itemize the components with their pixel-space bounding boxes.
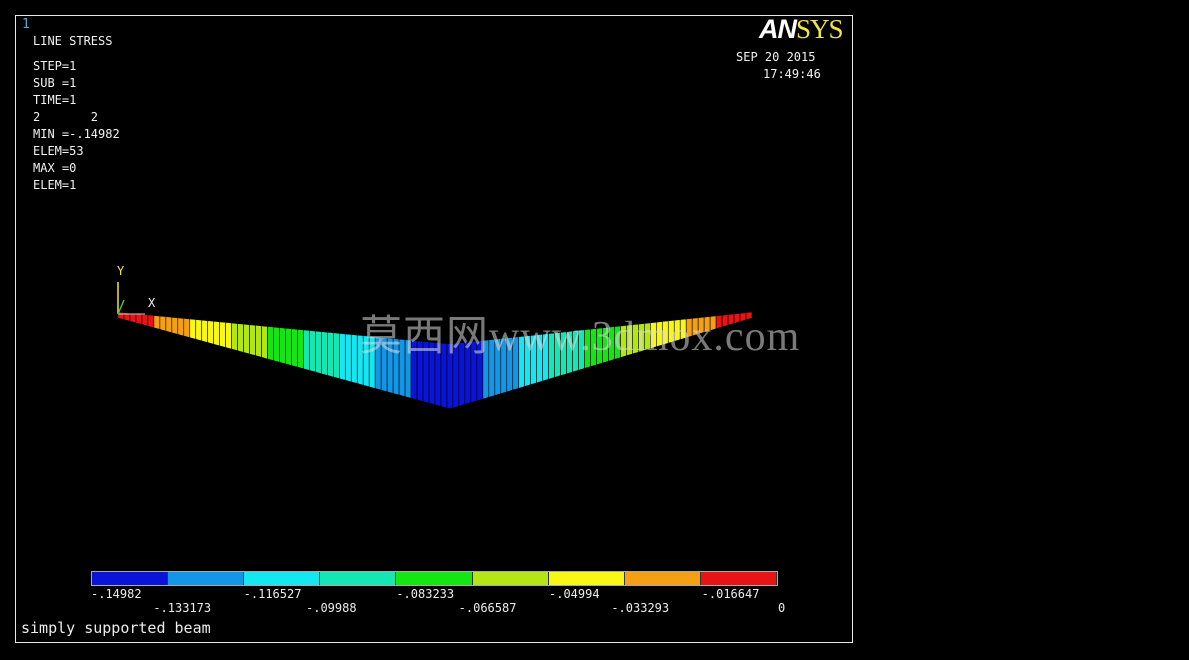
beam-element [171, 316, 179, 335]
legend-swatch [168, 572, 245, 585]
beam-element [141, 313, 149, 327]
beam-element [225, 322, 232, 350]
legend-swatch [320, 572, 397, 585]
legend-swatch [624, 572, 701, 585]
beam-element [279, 327, 286, 365]
beam-element [344, 333, 352, 383]
beam-element [273, 326, 280, 363]
beam-element [267, 326, 274, 362]
beam-element [165, 316, 173, 334]
beam-element [129, 312, 137, 324]
beam-element [321, 331, 328, 376]
coordinate-triad [117, 282, 145, 315]
beam-element [207, 320, 214, 345]
legend-label-top: -.083233 [396, 587, 455, 601]
beam-element [297, 328, 304, 370]
plot-footer-title: simply supported beam [21, 619, 211, 637]
beam-element [350, 334, 358, 384]
beam-element [177, 317, 185, 337]
beam-element [219, 321, 226, 348]
beam-element [315, 330, 322, 375]
beam-element [183, 318, 191, 339]
z-axis-line [117, 299, 125, 315]
beam-element [261, 325, 268, 360]
beam-element [153, 315, 161, 330]
beam-element [309, 330, 316, 373]
legend-swatch [548, 572, 625, 585]
beam-element [195, 319, 203, 342]
legend-label-top: -.016647 [701, 587, 760, 601]
legend-label-top: -.116527 [243, 587, 302, 601]
beam-element [147, 314, 155, 329]
beam-element [327, 331, 334, 378]
beam-element [189, 318, 197, 340]
legend-label-bottom: -.09988 [306, 601, 357, 615]
beam-element [213, 320, 220, 347]
legend-label-bottom: -.066587 [458, 601, 517, 615]
beam-element [159, 315, 167, 332]
beam-element [285, 327, 292, 366]
legend-swatch [472, 572, 549, 585]
beam-element [339, 332, 346, 381]
legend-label-top: -.14982 [91, 587, 142, 601]
legend-swatch [396, 572, 473, 585]
legend-swatch [700, 572, 777, 585]
beam-element [291, 328, 298, 368]
legend-label-bottom: -.033293 [611, 601, 670, 615]
contour-legend-bar [91, 571, 778, 586]
beam-element [231, 322, 238, 352]
watermark: 莫西网www.3dmox.com [360, 314, 801, 360]
beam-element [249, 324, 256, 357]
legend-label-top: -.04994 [549, 587, 600, 601]
legend-label-bottom: 0 [778, 601, 786, 615]
beam-element [237, 323, 244, 353]
x-axis-label: X [148, 296, 156, 310]
beam-element [333, 332, 340, 380]
beam-element [135, 313, 143, 325]
y-axis-label: Y [117, 264, 125, 278]
legend-swatch [92, 572, 169, 585]
beam-element [303, 329, 310, 371]
legend-swatch [244, 572, 321, 585]
beam-element [243, 323, 250, 355]
legend-label-bottom: -.133173 [153, 601, 212, 615]
beam-element [255, 324, 262, 358]
beam-element [201, 319, 209, 343]
